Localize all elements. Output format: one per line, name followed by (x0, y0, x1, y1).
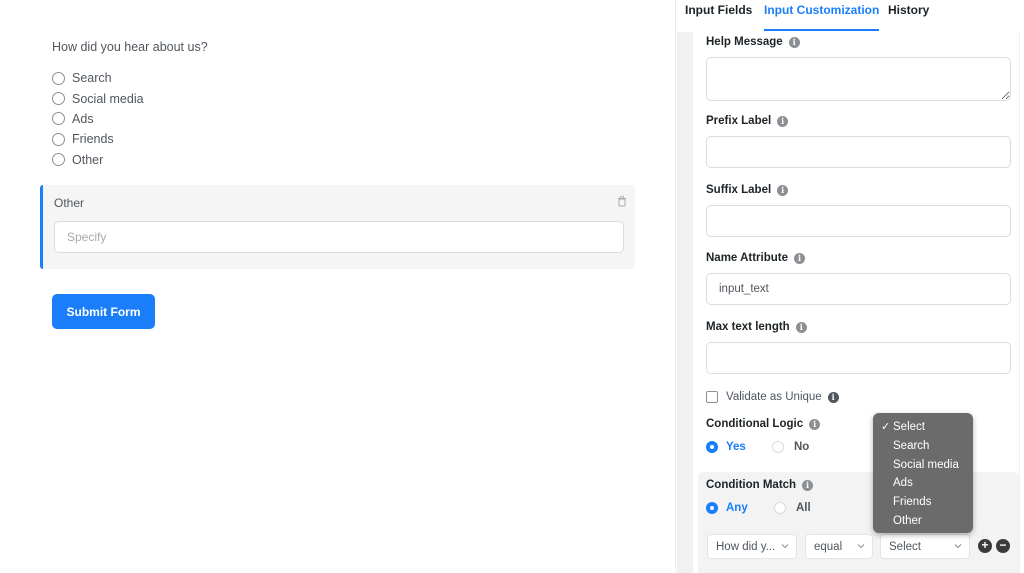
suffix-label-input[interactable] (706, 205, 1011, 237)
prefix-label-input[interactable] (706, 136, 1011, 168)
condition-match-any[interactable]: Any (706, 502, 748, 514)
info-icon[interactable]: i (827, 391, 839, 403)
conditional-logic-label: Conditional Logic i (706, 418, 821, 430)
panel-scrollbar[interactable] (1019, 32, 1020, 573)
validate-unique-row[interactable]: Validate as Unique i (706, 391, 839, 403)
name-attribute-input[interactable] (706, 273, 1011, 305)
question-label: How did you hear about us? (52, 40, 208, 54)
panel-gutter (677, 32, 693, 573)
info-icon[interactable]: i (795, 321, 807, 333)
option-label: Select (893, 421, 925, 433)
rule-value-select[interactable]: Select (880, 534, 970, 559)
any-label: Any (726, 502, 748, 514)
info-icon[interactable]: i (794, 252, 805, 264)
panel-tabs: Input Fields Input Customization History (676, 0, 1024, 32)
radio-button[interactable] (52, 112, 65, 126)
help-message-label-text: Help Message (706, 36, 783, 48)
info-icon[interactable]: i (802, 479, 814, 491)
name-attribute-label: Name Attribute i (706, 252, 805, 264)
max-text-length-input[interactable] (706, 342, 1011, 374)
radio-button[interactable] (52, 132, 65, 146)
radio-selected[interactable] (706, 502, 718, 514)
radio-label: Other (72, 152, 104, 167)
rule-field-value: How did y... (716, 540, 776, 553)
radio-option-friends[interactable]: Friends (52, 129, 144, 149)
checkmark-icon: ✓ (881, 421, 891, 433)
radio-option-other[interactable]: Other (52, 150, 144, 170)
validate-unique-checkbox[interactable] (706, 391, 718, 403)
radio-label: Friends (72, 132, 114, 147)
radio-button[interactable] (52, 71, 65, 85)
minus-circle-icon[interactable]: − (996, 539, 1010, 553)
radio-label: Social media (72, 91, 144, 106)
max-text-length-text: Max text length (706, 321, 790, 333)
help-message-textarea[interactable] (706, 57, 1011, 101)
other-field-label: Other (54, 196, 85, 210)
info-icon[interactable]: i (788, 36, 800, 48)
radio-button[interactable] (52, 92, 65, 106)
radio-option-search[interactable]: Search (52, 68, 144, 88)
settings-panel: Input Fields Input Customization History… (675, 0, 1024, 573)
tab-history[interactable]: History (888, 3, 929, 31)
dropdown-option-select[interactable]: ✓ Select (873, 418, 973, 437)
help-message-label: Help Message i (706, 36, 800, 48)
other-field-block[interactable]: Other (40, 185, 635, 269)
specify-input[interactable] (54, 221, 624, 253)
tab-input-customization[interactable]: Input Customization (764, 3, 880, 31)
dropdown-option-ads[interactable]: Ads (873, 474, 973, 493)
condition-match-label: Condition Match i (706, 479, 814, 491)
rule-operator-select[interactable]: equal (805, 534, 873, 559)
conditional-logic-text: Conditional Logic (706, 418, 804, 430)
radio-unselected[interactable] (774, 502, 786, 514)
radio-unselected[interactable] (772, 441, 784, 453)
radio-label: Search (72, 71, 112, 86)
plus-circle-icon[interactable]: + (978, 539, 992, 553)
conditional-logic-no[interactable]: No (772, 441, 809, 453)
rule-operator-value: equal (814, 540, 843, 553)
suffix-label-label: Suffix Label i (706, 184, 789, 196)
max-text-length-label: Max text length i (706, 321, 807, 333)
dropdown-option-other[interactable]: Other (873, 512, 973, 531)
no-label: No (794, 441, 810, 453)
info-icon[interactable]: i (809, 418, 821, 430)
page: How did you hear about us? Search Social… (0, 0, 1024, 573)
tab-input-fields[interactable]: Input Fields (685, 3, 752, 31)
yes-label: Yes (726, 441, 746, 453)
chevron-down-icon (781, 544, 789, 549)
form-preview: How did you hear about us? Search Social… (0, 0, 675, 573)
prefix-label-text: Prefix Label (706, 115, 772, 127)
dropdown-option-social-media[interactable]: Social media (873, 456, 973, 475)
dropdown-option-search[interactable]: Search (873, 437, 973, 456)
prefix-label-label: Prefix Label i (706, 115, 789, 127)
dropdown-option-friends[interactable]: Friends (873, 493, 973, 512)
radio-label: Ads (72, 111, 94, 126)
all-label: All (796, 502, 811, 514)
value-dropdown-menu[interactable]: ✓ Select Search Social media Ads Friends… (873, 413, 973, 533)
submit-form-button[interactable]: Submit Form (52, 294, 155, 329)
trash-icon[interactable] (617, 194, 627, 207)
info-icon[interactable]: i (777, 184, 789, 196)
condition-match-all[interactable]: All (774, 502, 811, 514)
conditional-logic-yes[interactable]: Yes (706, 441, 746, 453)
radio-option-ads[interactable]: Ads (52, 109, 144, 129)
radio-selected[interactable] (706, 441, 718, 453)
radio-button[interactable] (52, 153, 65, 167)
name-attribute-text: Name Attribute (706, 252, 788, 264)
suffix-label-text: Suffix Label (706, 184, 772, 196)
validate-unique-label: Validate as Unique (726, 391, 822, 403)
rule-field-select[interactable]: How did y... (707, 534, 797, 559)
condition-match-text: Condition Match (706, 479, 797, 491)
chevron-down-icon (954, 544, 962, 549)
radio-option-social-media[interactable]: Social media (52, 88, 144, 108)
info-icon[interactable]: i (777, 115, 789, 127)
rule-value-value: Select (889, 540, 921, 553)
chevron-down-icon (857, 544, 865, 549)
answer-radio-group: Search Social media Ads Friends Other (52, 68, 144, 170)
